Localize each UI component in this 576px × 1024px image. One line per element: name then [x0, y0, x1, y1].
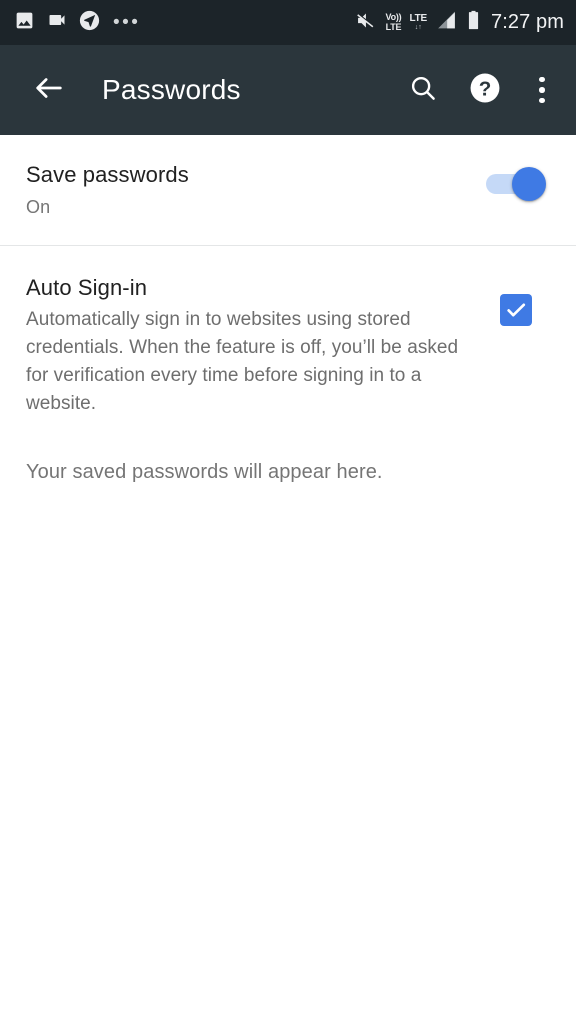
- battery-icon: [466, 9, 481, 36]
- auto-sign-in-checkbox[interactable]: [500, 294, 532, 326]
- location-icon: [79, 10, 100, 36]
- pref-save-passwords[interactable]: Save passwords On: [0, 135, 576, 245]
- pref-widget-slot: [480, 274, 552, 326]
- svg-text:?: ?: [479, 77, 492, 100]
- search-button[interactable]: [398, 65, 448, 115]
- more-vert-icon: [539, 76, 545, 83]
- lte-arrows-label: ↓↑: [414, 24, 422, 31]
- back-button[interactable]: [26, 67, 72, 113]
- pref-auto-sign-in[interactable]: Auto Sign-in Automatically sign in to we…: [0, 246, 576, 428]
- more-vert-icon-dot: [539, 87, 545, 93]
- more-notifications-ellipsis: •••: [113, 11, 141, 33]
- search-icon: [408, 73, 438, 108]
- toggle-thumb: [512, 167, 546, 201]
- volume-mute-icon: [354, 10, 377, 36]
- overflow-menu-button[interactable]: [522, 65, 562, 115]
- image-icon: [14, 10, 35, 36]
- status-bar: ••• Vo)) LTE LTE ↓↑ 7:27 pm: [0, 0, 576, 45]
- status-bar-notification-icons: •••: [14, 10, 140, 36]
- pref-description: Automatically sign in to websites using …: [26, 309, 459, 414]
- lte-data-icon: LTE ↓↑: [409, 13, 428, 32]
- pref-summary: On: [26, 197, 51, 217]
- pref-widget-slot: [480, 161, 552, 201]
- pref-text-block: Save passwords On: [26, 161, 480, 219]
- settings-content: Save passwords On Auto Sign-in Automatic…: [0, 135, 576, 486]
- page-title: Passwords: [102, 74, 241, 105]
- app-bar: Passwords ?: [0, 45, 576, 135]
- save-passwords-toggle[interactable]: [486, 167, 546, 201]
- signal-bars-icon: [435, 10, 458, 35]
- pref-title: Auto Sign-in: [26, 275, 148, 300]
- help-button[interactable]: ?: [460, 65, 510, 115]
- arrow-back-icon: [32, 71, 66, 110]
- pref-text-block: Auto Sign-in Automatically sign in to we…: [26, 274, 480, 418]
- pref-title: Save passwords: [26, 162, 189, 187]
- phone-screen: ••• Vo)) LTE LTE ↓↑ 7:27 pm Passwords ? …: [0, 0, 576, 1024]
- status-bar-system-icons: Vo)) LTE LTE ↓↑ 7:27 pm: [354, 9, 564, 36]
- app-bar-actions: ?: [398, 65, 562, 115]
- more-vert-icon-dot: [539, 97, 545, 104]
- help-circle-icon: ?: [468, 71, 502, 110]
- volte-bottom-label: LTE: [385, 21, 402, 32]
- video-camera-icon: [46, 10, 68, 35]
- empty-state-message: Your saved passwords will appear here.: [26, 461, 383, 483]
- lte-label: LTE: [409, 13, 428, 24]
- status-bar-clock: 7:27 pm: [491, 11, 564, 33]
- volte-icon: Vo)) LTE: [385, 12, 402, 32]
